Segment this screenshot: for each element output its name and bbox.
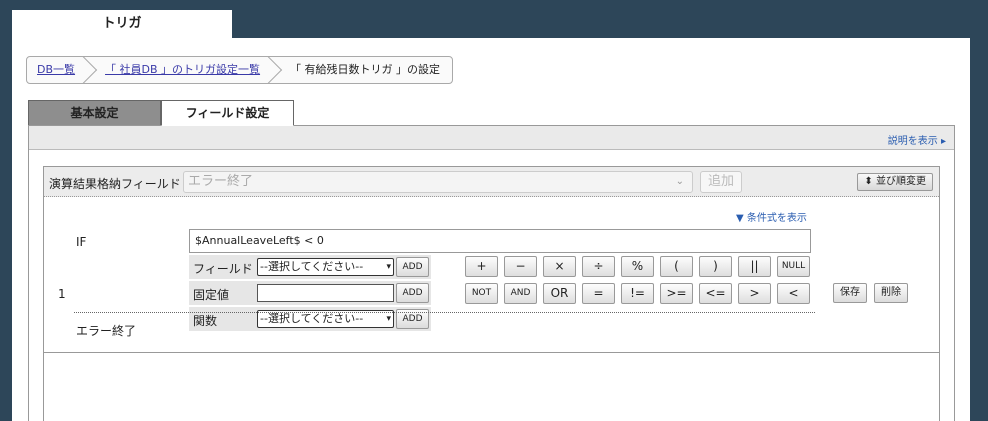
operator-button[interactable]: <= bbox=[699, 283, 732, 304]
field-select-value: --選択してください-- bbox=[260, 260, 364, 273]
chevron-down-icon: ▾ bbox=[386, 262, 391, 272]
operator-button[interactable]: >= bbox=[660, 283, 693, 304]
operator-button[interactable]: > bbox=[738, 283, 771, 304]
description-bar: 説明を表示 ▸ bbox=[29, 126, 954, 150]
sort-order-button[interactable]: ⬍ 並び順変更 bbox=[857, 173, 933, 191]
operator-button[interactable]: || bbox=[738, 256, 771, 277]
breadcrumb-trigger-list-label: 「 社員DB 」のトリガ設定一覧 bbox=[105, 63, 261, 76]
field-add-button[interactable]: ADD bbox=[396, 257, 429, 277]
chevron-down-icon: ⌄ bbox=[675, 176, 684, 187]
operator-button[interactable]: NOT bbox=[465, 283, 498, 304]
operator-button[interactable]: ÷ bbox=[582, 256, 615, 277]
operator-button[interactable]: AND bbox=[504, 283, 537, 304]
operator-button[interactable]: < bbox=[777, 283, 810, 304]
operator-button[interactable]: != bbox=[621, 283, 654, 304]
field-select[interactable]: --選択してください-- ▾ bbox=[257, 258, 394, 276]
function-select-value: --選択してください-- bbox=[260, 312, 364, 325]
save-button[interactable]: 保存 bbox=[833, 283, 867, 303]
fixed-value-row: 固定値 ADD bbox=[189, 281, 431, 305]
operator-button[interactable]: − bbox=[504, 256, 537, 277]
show-condition-link[interactable]: ▼ 条件式を表示 bbox=[736, 209, 807, 224]
operator-button[interactable]: NULL bbox=[777, 256, 810, 277]
fixed-value-input[interactable] bbox=[257, 284, 394, 302]
result-field-value: エラー終了 bbox=[188, 174, 254, 189]
field-row: フィールド --選択してください-- ▾ ADD bbox=[189, 255, 431, 279]
sort-order-label: 並び順変更 bbox=[876, 176, 926, 187]
operator-button[interactable]: + bbox=[465, 256, 498, 277]
breadcrumb-db-list[interactable]: DB一覧 bbox=[27, 57, 98, 83]
operator-button[interactable]: ) bbox=[699, 256, 732, 277]
tab-basic-settings[interactable]: 基本設定 bbox=[28, 100, 161, 126]
box-divider bbox=[44, 352, 939, 353]
else-divider bbox=[74, 312, 815, 313]
row-number: 1 bbox=[58, 287, 66, 301]
breadcrumb-current-label: 「 有給残日数トリガ 」の設定 bbox=[290, 63, 441, 76]
operator-button[interactable]: = bbox=[582, 283, 615, 304]
result-field-select[interactable]: エラー終了 ⌄ bbox=[183, 171, 693, 193]
field-settings-content: 説明を表示 ▸ 演算結果格納フィールド エラー終了 ⌄ 追加 ⬍ 並び順変更 ▼… bbox=[28, 125, 955, 421]
breadcrumb-current: 「 有給残日数トリガ 」の設定 bbox=[272, 57, 452, 83]
delete-button[interactable]: 削除 bbox=[874, 283, 908, 303]
main-panel: DB一覧 「 社員DB 」のトリガ設定一覧 「 有給残日数トリガ 」の設定 基本… bbox=[12, 38, 970, 421]
fixed-value-add-button[interactable]: ADD bbox=[396, 283, 429, 303]
updown-arrow-icon: ⬍ bbox=[864, 176, 873, 187]
breadcrumb-db-list-label: DB一覧 bbox=[37, 63, 76, 76]
if-label: IF bbox=[76, 235, 87, 249]
show-description-link[interactable]: 説明を表示 ▸ bbox=[888, 132, 946, 147]
breadcrumb-trigger-list[interactable]: 「 社員DB 」のトリガ設定一覧 bbox=[87, 57, 283, 83]
breadcrumb: DB一覧 「 社員DB 」のトリガ設定一覧 「 有給残日数トリガ 」の設定 bbox=[26, 56, 454, 84]
field-row-label: フィールド bbox=[193, 262, 253, 276]
add-button[interactable]: 追加 bbox=[700, 171, 742, 193]
tab-trigger[interactable]: トリガ bbox=[12, 10, 232, 40]
operator-button[interactable]: ( bbox=[660, 256, 693, 277]
result-field-label: 演算結果格納フィールド bbox=[49, 177, 181, 191]
condition-expression-input[interactable]: $AnnualLeaveLeft$ < 0 bbox=[189, 229, 811, 253]
result-field-header: 演算結果格納フィールド エラー終了 ⌄ 追加 ⬍ 並び順変更 bbox=[44, 167, 939, 197]
function-row-label: 関数 bbox=[193, 314, 218, 328]
trigger-condition-box: 演算結果格納フィールド エラー終了 ⌄ 追加 ⬍ 並び順変更 ▼ 条件式を表示 … bbox=[43, 166, 940, 421]
operator-button[interactable]: × bbox=[543, 256, 576, 277]
operator-button[interactable]: OR bbox=[543, 283, 576, 304]
tab-field-settings[interactable]: フィールド設定 bbox=[161, 100, 294, 126]
function-row: 関数 --選択してください-- ▾ ADD bbox=[189, 307, 431, 331]
settings-tabs: 基本設定 フィールド設定 bbox=[28, 100, 294, 126]
else-result-label: エラー終了 bbox=[76, 324, 137, 338]
chevron-down-icon: ▾ bbox=[386, 314, 391, 324]
operator-button[interactable]: % bbox=[621, 256, 654, 277]
fixed-value-label: 固定値 bbox=[193, 288, 230, 302]
